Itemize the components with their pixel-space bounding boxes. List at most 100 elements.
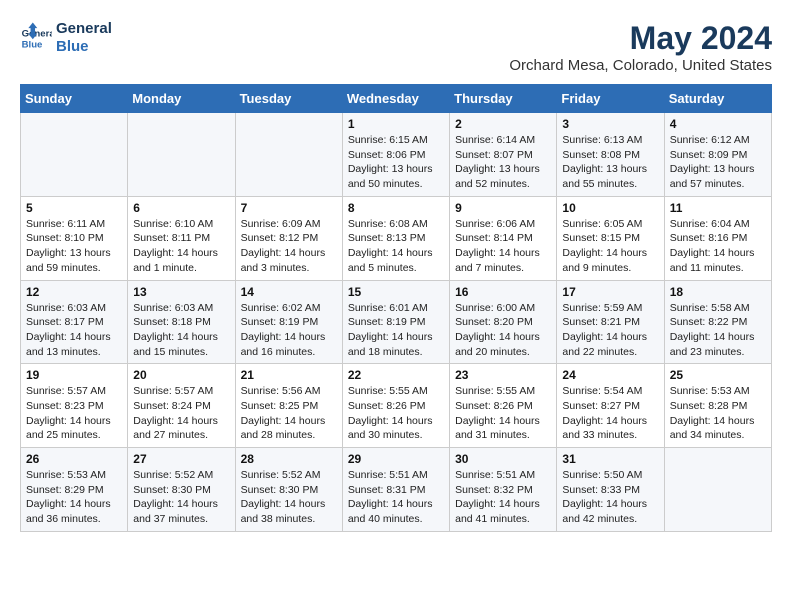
logo-line2: Blue [56, 38, 112, 56]
day-info: Sunrise: 6:02 AM Sunset: 8:19 PM Dayligh… [241, 301, 337, 360]
day-info: Sunrise: 6:09 AM Sunset: 8:12 PM Dayligh… [241, 217, 337, 276]
subtitle: Orchard Mesa, Colorado, United States [509, 57, 772, 74]
day-number: 24 [562, 368, 658, 382]
day-info: Sunrise: 6:08 AM Sunset: 8:13 PM Dayligh… [348, 217, 444, 276]
day-number: 9 [455, 201, 551, 215]
day-info: Sunrise: 6:11 AM Sunset: 8:10 PM Dayligh… [26, 217, 122, 276]
calendar-day: 30 Sunrise: 5:51 AM Sunset: 8:32 PM Dayli… [450, 448, 557, 532]
day-number: 7 [241, 201, 337, 215]
logo-line1: General [56, 20, 112, 38]
day-number: 11 [670, 201, 766, 215]
day-number: 22 [348, 368, 444, 382]
day-info: Sunrise: 5:54 AM Sunset: 8:27 PM Dayligh… [562, 384, 658, 443]
day-number: 29 [348, 452, 444, 466]
day-number: 28 [241, 452, 337, 466]
day-number: 18 [670, 285, 766, 299]
calendar-day: 29Sunrise: 5:51 AM Sunset: 8:31 PM Dayli… [342, 448, 449, 532]
day-number: 10 [562, 201, 658, 215]
calendar-day: 5 Sunrise: 6:11 AM Sunset: 8:10 PM Daylig… [21, 196, 128, 280]
calendar-day: 15Sunrise: 6:01 AM Sunset: 8:19 PM Dayli… [342, 280, 449, 364]
day-info: Sunrise: 5:56 AM Sunset: 8:25 PM Dayligh… [241, 384, 337, 443]
calendar-day: 20 Sunrise: 5:57 AM Sunset: 8:24 PM Dayli… [128, 364, 235, 448]
day-number: 8 [348, 201, 444, 215]
weekday-header: Monday [128, 85, 235, 113]
day-number: 25 [670, 368, 766, 382]
day-info: Sunrise: 6:03 AM Sunset: 8:17 PM Dayligh… [26, 301, 122, 360]
day-info: Sunrise: 5:51 AM Sunset: 8:32 PM Dayligh… [455, 468, 551, 527]
calendar-day: 28 Sunrise: 5:52 AM Sunset: 8:30 PM Dayli… [235, 448, 342, 532]
day-info: Sunrise: 5:55 AM Sunset: 8:26 PM Dayligh… [455, 384, 551, 443]
day-info: Sunrise: 5:52 AM Sunset: 8:30 PM Dayligh… [133, 468, 229, 527]
calendar-day: 31 Sunrise: 5:50 AM Sunset: 8:33 PM Dayli… [557, 448, 664, 532]
main-title: May 2024 [509, 20, 772, 57]
day-number: 23 [455, 368, 551, 382]
day-number: 4 [670, 117, 766, 131]
day-info: Sunrise: 5:57 AM Sunset: 8:24 PM Dayligh… [133, 384, 229, 443]
calendar-day: 26 Sunrise: 5:53 AM Sunset: 8:29 PM Dayli… [21, 448, 128, 532]
day-info: Sunrise: 6:03 AM Sunset: 8:18 PM Dayligh… [133, 301, 229, 360]
day-info: Sunrise: 6:14 AM Sunset: 8:07 PM Dayligh… [455, 133, 551, 192]
calendar-day: 1Sunrise: 6:15 AM Sunset: 8:06 PM Daylig… [342, 113, 449, 197]
day-info: Sunrise: 5:53 AM Sunset: 8:28 PM Dayligh… [670, 384, 766, 443]
calendar-day: 24 Sunrise: 5:54 AM Sunset: 8:27 PM Dayli… [557, 364, 664, 448]
day-info: Sunrise: 5:58 AM Sunset: 8:22 PM Dayligh… [670, 301, 766, 360]
calendar-table: SundayMondayTuesdayWednesdayThursdayFrid… [20, 84, 772, 532]
calendar-day: 2 Sunrise: 6:14 AM Sunset: 8:07 PM Daylig… [450, 113, 557, 197]
weekday-header: Tuesday [235, 85, 342, 113]
calendar-day: 19 Sunrise: 5:57 AM Sunset: 8:23 PM Dayli… [21, 364, 128, 448]
calendar-empty [235, 113, 342, 197]
day-info: Sunrise: 5:50 AM Sunset: 8:33 PM Dayligh… [562, 468, 658, 527]
page-header: General Blue General Blue May 2024 Orcha… [20, 20, 772, 74]
day-number: 21 [241, 368, 337, 382]
day-number: 30 [455, 452, 551, 466]
calendar-day: 11 Sunrise: 6:04 AM Sunset: 8:16 PM Dayli… [664, 196, 771, 280]
day-info: Sunrise: 6:00 AM Sunset: 8:20 PM Dayligh… [455, 301, 551, 360]
day-info: Sunrise: 5:57 AM Sunset: 8:23 PM Dayligh… [26, 384, 122, 443]
weekday-header: Sunday [21, 85, 128, 113]
day-number: 12 [26, 285, 122, 299]
weekday-header: Saturday [664, 85, 771, 113]
day-info: Sunrise: 5:53 AM Sunset: 8:29 PM Dayligh… [26, 468, 122, 527]
day-number: 27 [133, 452, 229, 466]
day-number: 2 [455, 117, 551, 131]
calendar-day: 10 Sunrise: 6:05 AM Sunset: 8:15 PM Dayli… [557, 196, 664, 280]
day-info: Sunrise: 5:55 AM Sunset: 8:26 PM Dayligh… [348, 384, 444, 443]
day-info: Sunrise: 6:06 AM Sunset: 8:14 PM Dayligh… [455, 217, 551, 276]
calendar-day: 23 Sunrise: 5:55 AM Sunset: 8:26 PM Dayli… [450, 364, 557, 448]
calendar-day: 4Sunrise: 6:12 AM Sunset: 8:09 PM Daylig… [664, 113, 771, 197]
weekday-header: Wednesday [342, 85, 449, 113]
calendar-day: 25 Sunrise: 5:53 AM Sunset: 8:28 PM Dayli… [664, 364, 771, 448]
calendar-day: 7 Sunrise: 6:09 AM Sunset: 8:12 PM Daylig… [235, 196, 342, 280]
day-info: Sunrise: 5:52 AM Sunset: 8:30 PM Dayligh… [241, 468, 337, 527]
day-number: 13 [133, 285, 229, 299]
day-number: 15 [348, 285, 444, 299]
day-number: 16 [455, 285, 551, 299]
title-block: May 2024 Orchard Mesa, Colorado, United … [509, 20, 772, 74]
calendar-day: 17 Sunrise: 5:59 AM Sunset: 8:21 PM Dayli… [557, 280, 664, 364]
day-info: Sunrise: 6:10 AM Sunset: 8:11 PM Dayligh… [133, 217, 229, 276]
day-info: Sunrise: 6:05 AM Sunset: 8:15 PM Dayligh… [562, 217, 658, 276]
day-number: 19 [26, 368, 122, 382]
calendar-day: 3Sunrise: 6:13 AM Sunset: 8:08 PM Daylig… [557, 113, 664, 197]
calendar-day: 13 Sunrise: 6:03 AM Sunset: 8:18 PM Dayli… [128, 280, 235, 364]
calendar-empty [21, 113, 128, 197]
day-number: 17 [562, 285, 658, 299]
day-number: 6 [133, 201, 229, 215]
calendar-day: 9 Sunrise: 6:06 AM Sunset: 8:14 PM Daylig… [450, 196, 557, 280]
day-info: Sunrise: 6:15 AM Sunset: 8:06 PM Dayligh… [348, 133, 444, 192]
calendar-empty [664, 448, 771, 532]
weekday-header: Thursday [450, 85, 557, 113]
day-info: Sunrise: 6:04 AM Sunset: 8:16 PM Dayligh… [670, 217, 766, 276]
calendar-empty [128, 113, 235, 197]
calendar-day: 21 Sunrise: 5:56 AM Sunset: 8:25 PM Dayli… [235, 364, 342, 448]
svg-text:Blue: Blue [22, 40, 43, 51]
day-info: Sunrise: 5:59 AM Sunset: 8:21 PM Dayligh… [562, 301, 658, 360]
day-number: 26 [26, 452, 122, 466]
day-number: 31 [562, 452, 658, 466]
logo: General Blue General Blue [20, 20, 112, 56]
day-number: 14 [241, 285, 337, 299]
day-number: 5 [26, 201, 122, 215]
day-info: Sunrise: 6:13 AM Sunset: 8:08 PM Dayligh… [562, 133, 658, 192]
day-number: 20 [133, 368, 229, 382]
calendar-day: 27 Sunrise: 5:52 AM Sunset: 8:30 PM Dayli… [128, 448, 235, 532]
